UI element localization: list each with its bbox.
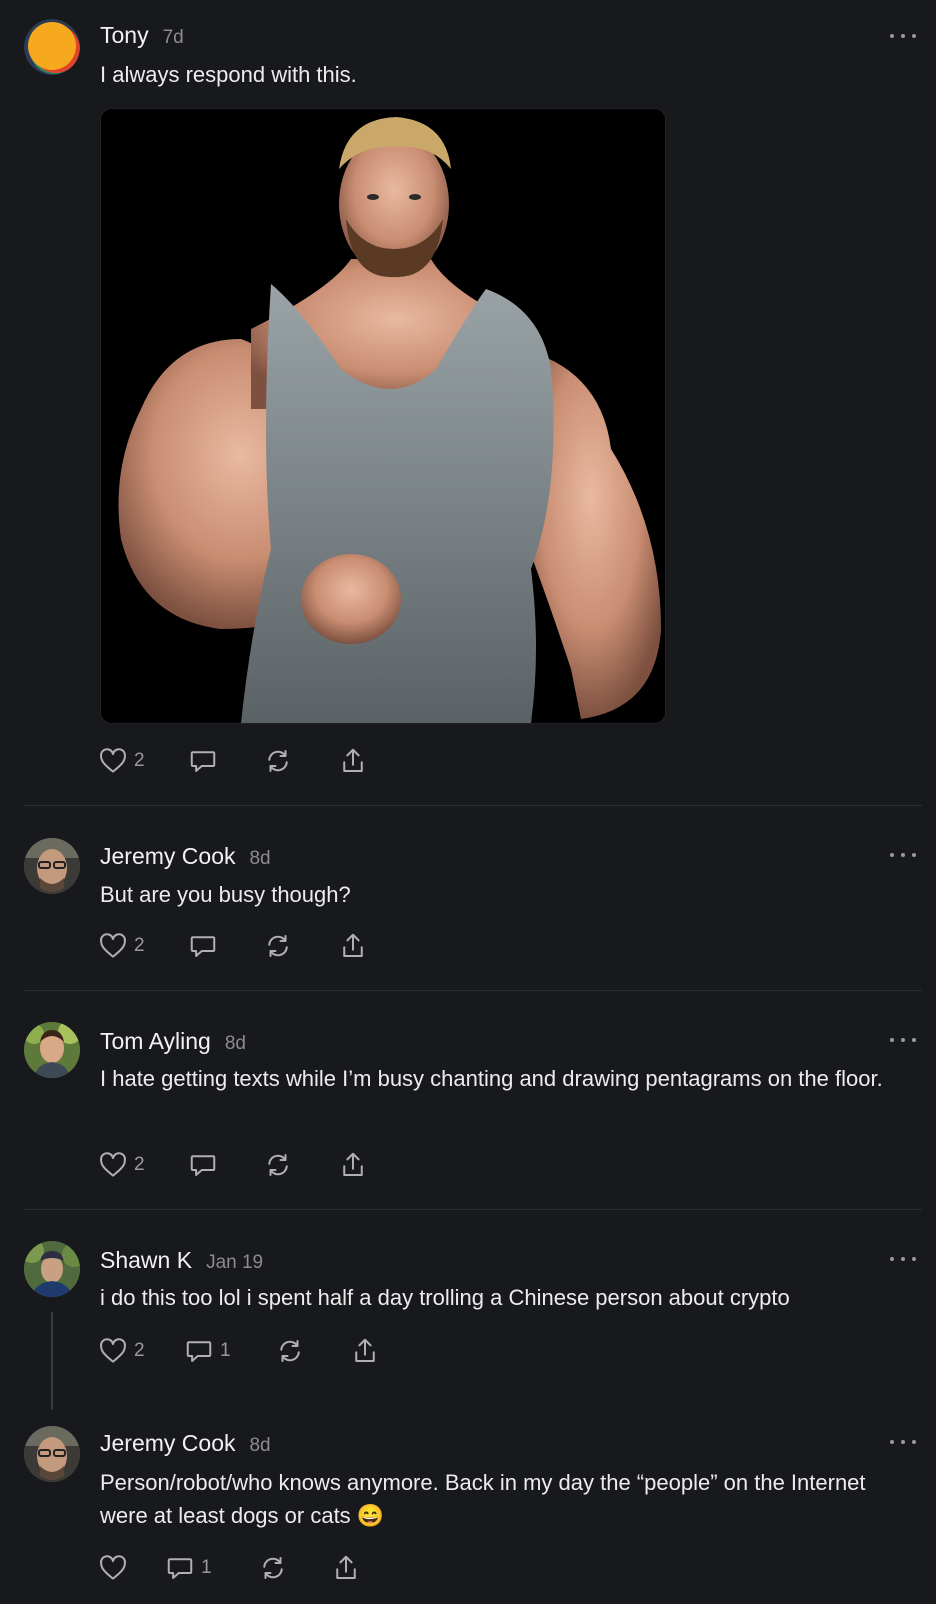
share-button[interactable] bbox=[331, 1552, 361, 1584]
like-count: 2 bbox=[134, 935, 145, 956]
comment-bubble-icon bbox=[186, 1341, 212, 1362]
heart-icon bbox=[100, 1152, 126, 1177]
share-button[interactable] bbox=[338, 1149, 368, 1181]
restack-button[interactable] bbox=[275, 1335, 305, 1367]
comment-text: Person/robot/who knows anymore. Back in … bbox=[100, 1470, 866, 1528]
comment-time: 8d bbox=[224, 1033, 246, 1054]
comment-button[interactable]: 1 bbox=[165, 1552, 212, 1584]
more-options-icon[interactable] bbox=[890, 1030, 916, 1050]
heart-icon bbox=[100, 748, 126, 773]
like-count: 2 bbox=[134, 1154, 145, 1175]
comment-bubble-icon bbox=[190, 751, 216, 772]
comment-text: I always respond with this. bbox=[100, 62, 357, 87]
share-icon bbox=[336, 1555, 356, 1579]
like-button[interactable]: 2 bbox=[98, 930, 145, 962]
avatar[interactable] bbox=[24, 1426, 80, 1482]
like-button[interactable]: 2 bbox=[98, 1335, 145, 1367]
share-icon bbox=[343, 748, 363, 772]
post-image[interactable] bbox=[100, 108, 666, 724]
restack-button[interactable] bbox=[258, 1552, 288, 1584]
share-button[interactable] bbox=[338, 930, 368, 962]
author-name[interactable]: Shawn K bbox=[100, 1247, 192, 1273]
comment-text: But are you busy though? bbox=[100, 882, 351, 907]
like-button[interactable] bbox=[98, 1552, 134, 1584]
comment-bubble-icon bbox=[190, 1155, 216, 1176]
author-name[interactable]: Jeremy Cook bbox=[100, 1430, 235, 1456]
restack-button[interactable] bbox=[263, 1149, 293, 1181]
more-options-icon[interactable] bbox=[890, 845, 916, 865]
comment-button[interactable] bbox=[188, 930, 218, 962]
avatar-image bbox=[24, 1241, 80, 1297]
restack-button[interactable] bbox=[263, 930, 293, 962]
divider bbox=[24, 990, 922, 991]
avatar[interactable] bbox=[24, 1241, 80, 1297]
avatar-image bbox=[24, 1022, 80, 1078]
author-name[interactable]: Tony bbox=[100, 22, 149, 48]
restack-icon bbox=[268, 1154, 288, 1176]
more-options-icon[interactable] bbox=[890, 1432, 916, 1452]
share-icon bbox=[343, 933, 363, 957]
restack-icon bbox=[268, 935, 288, 957]
heart-icon bbox=[100, 1338, 126, 1363]
avatar[interactable] bbox=[24, 1022, 80, 1078]
avatar-image bbox=[24, 1426, 80, 1482]
thread-line bbox=[51, 1312, 53, 1410]
heart-icon bbox=[100, 1555, 126, 1580]
comment-bubble-icon bbox=[167, 1558, 193, 1579]
divider bbox=[24, 1209, 922, 1210]
comment-text: I hate getting texts while I’m busy chan… bbox=[100, 1066, 883, 1091]
avatar-image bbox=[24, 838, 80, 894]
like-count: 2 bbox=[134, 750, 145, 771]
author-name[interactable]: Tom Ayling bbox=[100, 1028, 211, 1054]
comment-button[interactable] bbox=[188, 745, 224, 777]
restack-icon bbox=[280, 1340, 300, 1362]
comment-button[interactable] bbox=[188, 1149, 218, 1181]
comment-time: 8d bbox=[249, 1435, 271, 1456]
share-icon bbox=[343, 1152, 363, 1176]
share-icon bbox=[355, 1338, 375, 1362]
avatar[interactable] bbox=[24, 19, 80, 75]
muscular-man-illustration bbox=[101, 109, 665, 723]
comment-time: 8d bbox=[249, 848, 271, 869]
heart-icon bbox=[100, 933, 126, 958]
comment-time: Jan 19 bbox=[206, 1252, 264, 1273]
avatar-image bbox=[24, 19, 80, 75]
like-button[interactable]: 2 bbox=[98, 745, 145, 777]
more-options-icon[interactable] bbox=[890, 1249, 916, 1269]
like-button[interactable]: 2 bbox=[98, 1149, 145, 1181]
comment-time: 7d bbox=[162, 27, 184, 48]
reply-count: 1 bbox=[220, 1340, 231, 1361]
author-name[interactable]: Jeremy Cook bbox=[100, 843, 235, 869]
comment-text: i do this too lol i spent half a day tro… bbox=[100, 1285, 790, 1310]
more-options-icon[interactable] bbox=[890, 26, 916, 46]
restack-icon bbox=[268, 750, 288, 772]
comment-bubble-icon bbox=[190, 936, 216, 957]
like-count: 2 bbox=[134, 1340, 145, 1361]
avatar[interactable] bbox=[24, 838, 80, 894]
comment-button[interactable]: 1 bbox=[184, 1335, 231, 1367]
divider bbox=[24, 805, 922, 806]
reply-count: 1 bbox=[201, 1557, 212, 1578]
restack-icon bbox=[263, 1557, 283, 1579]
share-button[interactable] bbox=[350, 1335, 380, 1367]
share-button[interactable] bbox=[338, 745, 368, 777]
restack-button[interactable] bbox=[263, 745, 293, 777]
